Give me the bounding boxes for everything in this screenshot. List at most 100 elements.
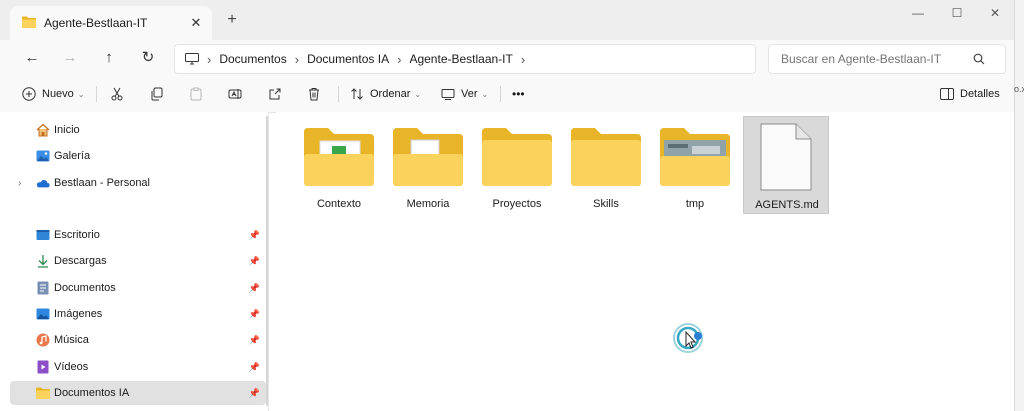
breadcrumb-documentos[interactable]: Documentos [219,52,286,66]
back-button[interactable]: ← [20,46,44,70]
gallery-icon [36,149,50,163]
close-tab-icon[interactable]: ✕ [186,15,206,31]
view-icon [441,87,455,101]
view-button[interactable]: Ver ⌄ [441,82,488,106]
sidebar-item-label: Escritorio [54,229,100,241]
file-explorer-window: Agente-Bestlaan-IT ✕ + — ☐ ✕ ← → ↑ ↻ › D… [0,0,1015,411]
videos-icon [36,360,50,374]
sidebar-item-descargas[interactable]: Descargas 📌 [10,249,266,273]
pin-icon[interactable]: 📌 [249,283,260,294]
chevron-right-icon[interactable]: › [521,52,525,67]
forward-button[interactable]: → [58,46,82,70]
plus-circle-icon [22,87,36,101]
chevron-right-icon: › [207,51,212,67]
sidebar-item-label: Música [54,334,89,346]
paste-icon [189,87,203,101]
folder-icon [36,386,50,400]
details-label: Detalles [960,88,1000,100]
paste-button[interactable] [189,82,203,106]
sort-icon [350,87,364,101]
sort-label: Ordenar [370,88,411,100]
details-pane-icon [940,88,954,100]
pin-icon[interactable]: 📌 [249,335,260,346]
sidebar-item-documentos[interactable]: Documentos 📌 [10,276,266,300]
copy-icon [150,87,164,101]
tab-agente-bestlaan-it[interactable]: Agente-Bestlaan-IT ✕ [10,6,212,40]
maximize-button[interactable]: ☐ [937,4,977,22]
item-label: tmp [685,198,705,210]
refresh-button[interactable]: ↻ [136,46,160,70]
sidebar-item-videos[interactable]: Vídeos 📌 [10,355,266,379]
document-icon [760,123,812,194]
search-box[interactable] [768,44,1006,74]
sidebar-item-bestlaan-personal[interactable]: › Bestlaan - Personal [10,171,266,195]
folder-item-memoria[interactable]: Memoria [385,118,471,212]
pin-icon[interactable]: 📌 [249,230,260,241]
chevron-right-icon: › [294,51,300,67]
pin-icon[interactable]: 📌 [249,309,260,320]
close-window-button[interactable]: ✕ [975,4,1015,22]
item-label: Proyectos [492,198,542,210]
documents-icon [36,281,50,295]
monitor-icon[interactable] [185,53,199,65]
scissors-icon [110,87,124,101]
pin-icon[interactable]: 📌 [249,388,260,399]
folder-item-contexto[interactable]: Contexto [296,118,382,212]
chevron-right-icon: › [397,51,402,67]
sidebar-item-escritorio[interactable]: Escritorio 📌 [10,223,266,247]
folder-item-tmp[interactable]: tmp [652,118,738,212]
breadcrumb-documentos-ia[interactable]: Documentos IA [307,52,389,66]
pin-icon[interactable]: 📌 [249,362,260,373]
copy-button[interactable] [150,82,164,106]
background-window-text: o.x [1014,84,1024,94]
share-button[interactable] [268,82,282,106]
desktop-icon [36,228,50,242]
item-label: Memoria [406,198,450,210]
title-bar: Agente-Bestlaan-IT ✕ + — ☐ ✕ [0,0,1014,40]
sidebar-item-label: Inicio [54,124,80,136]
sidebar-item-galeria[interactable]: Galería [10,144,266,168]
folder-item-proyectos[interactable]: Proyectos [474,118,560,212]
onedrive-cloud-icon [36,176,50,190]
sidebar-item-documentos-ia[interactable]: Documentos IA 📌 [10,381,266,405]
chevron-down-icon: ⌄ [414,89,422,99]
sidebar-item-imagenes[interactable]: Imágenes 📌 [10,302,266,326]
music-icon [36,333,50,347]
pin-icon[interactable]: 📌 [249,256,260,267]
delete-button[interactable] [307,82,321,106]
more-options-button[interactable]: ••• [512,82,525,106]
search-icon[interactable] [973,53,985,65]
sidebar-item-inicio[interactable]: Inicio [10,118,266,142]
folder-item-skills[interactable]: Skills [563,118,649,212]
rename-button[interactable] [228,82,242,106]
cut-button[interactable] [110,82,124,106]
share-icon [268,87,282,101]
minimize-button[interactable]: — [898,4,938,22]
pictures-icon [36,307,50,321]
command-bar: Nuevo ⌄ Ordenar ⌄ Ver ⌄ ••• Detalles [0,76,1014,113]
new-tab-button[interactable]: + [222,10,242,30]
breadcrumb[interactable]: › Documentos › Documentos IA › Agente-Be… [174,44,756,74]
breadcrumb-agente-bestlaan-it[interactable]: Agente-Bestlaan-IT [409,52,512,66]
search-input[interactable] [779,51,973,67]
details-button[interactable]: Detalles [940,82,1000,106]
sort-button[interactable]: Ordenar ⌄ [350,82,421,106]
item-label: Contexto [316,198,362,210]
home-icon [36,123,50,137]
folder-icon [22,16,36,31]
file-item-agents-md[interactable]: AGENTS.md [743,116,829,214]
item-label: AGENTS.md [755,199,819,211]
sidebar-item-musica[interactable]: Música 📌 [10,328,266,352]
sidebar-item-label: Documentos [54,282,116,294]
toolbar-divider [500,86,501,102]
busy-cursor-icon [672,322,708,357]
new-button[interactable]: Nuevo ⌄ [22,82,85,106]
chevron-right-icon[interactable]: › [18,178,21,189]
toolbar-divider [338,86,339,102]
navigation-scrollbar[interactable] [266,116,268,406]
folder-with-files-icon [304,128,374,189]
folder-with-files-icon [393,128,463,189]
sidebar-item-label: Bestlaan - Personal [54,177,150,189]
up-button[interactable]: ↑ [97,46,121,70]
folder-icon [482,128,552,189]
